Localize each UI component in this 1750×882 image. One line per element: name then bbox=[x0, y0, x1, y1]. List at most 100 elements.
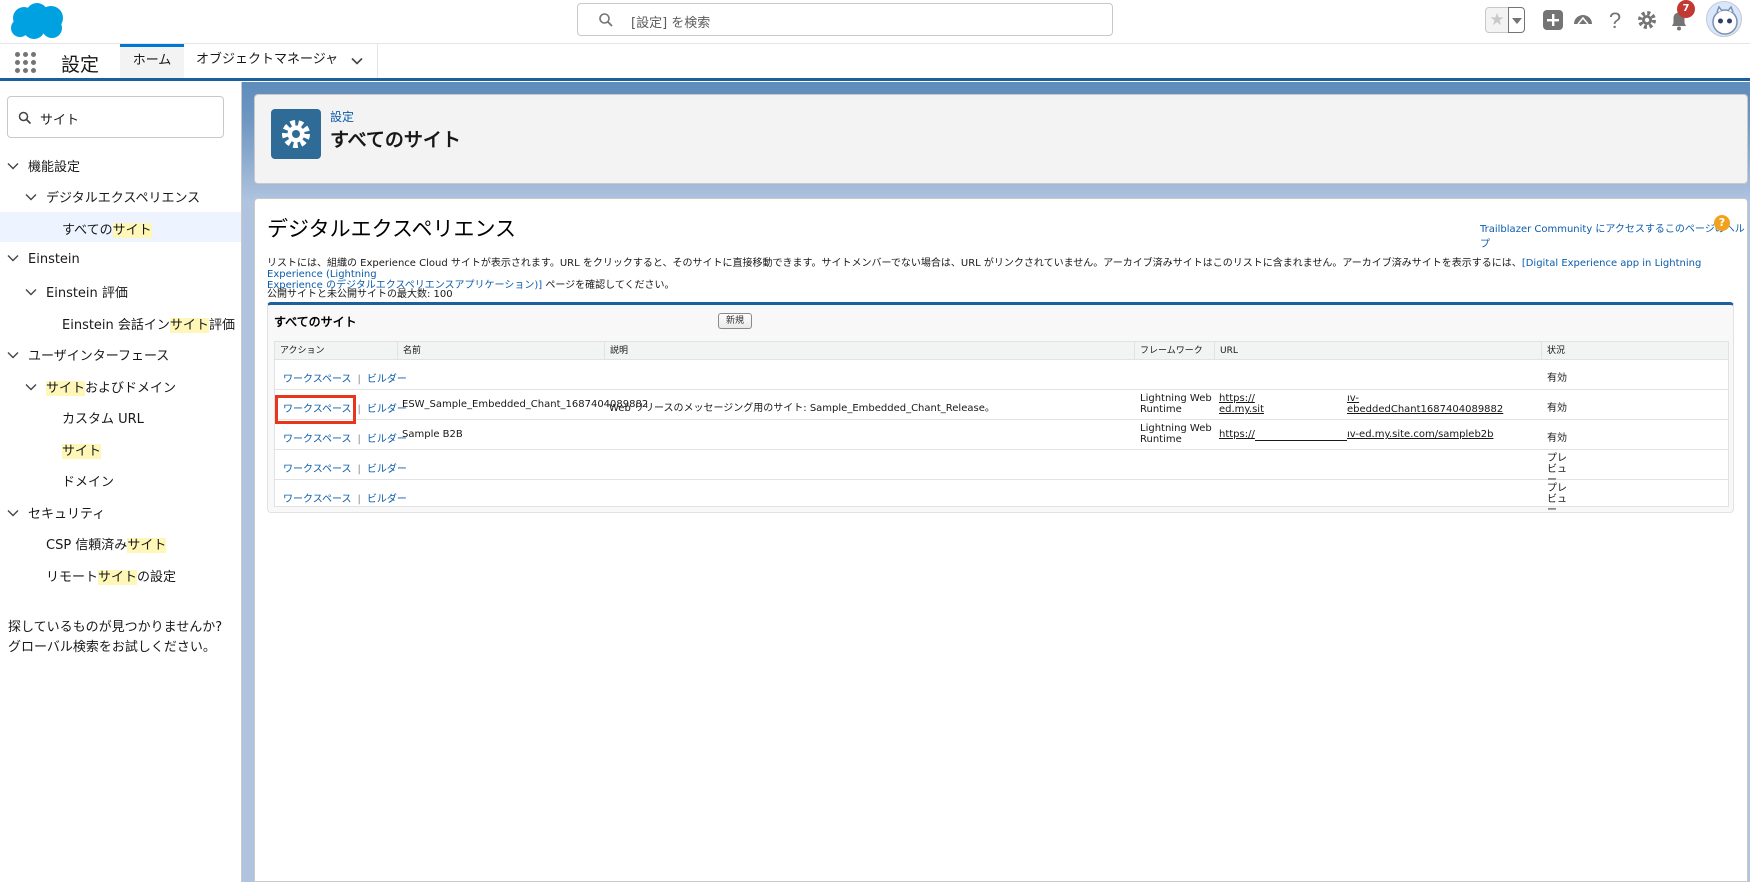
tree-label: カスタム URL bbox=[62, 412, 144, 427]
tab-home[interactable]: ホーム bbox=[120, 44, 184, 78]
url-line1[interactable]: https:// bbox=[1219, 393, 1255, 404]
tree-einstein[interactable]: Einstein bbox=[6, 251, 80, 267]
tree-user-interface[interactable]: ユーザインターフェース bbox=[6, 345, 169, 364]
tree-domains[interactable]: ドメイン bbox=[62, 471, 114, 490]
help-question-icon[interactable]: ? bbox=[1714, 215, 1730, 231]
table-row: ワークスペース | ビルダー プレビュー bbox=[275, 451, 1728, 486]
svg-text:?: ? bbox=[1609, 8, 1621, 32]
url-line2[interactable]: ed.my.sit bbox=[1219, 404, 1264, 415]
action-separator: | bbox=[357, 434, 361, 445]
help-icon[interactable]: ? bbox=[1603, 8, 1627, 32]
col-header-name[interactable]: 名前 bbox=[398, 342, 605, 360]
url-cell-left[interactable]: https://ed.my.sit bbox=[1219, 393, 1264, 415]
chevron-down-icon[interactable] bbox=[24, 380, 38, 394]
tree-custom-url[interactable]: カスタム URL bbox=[62, 408, 144, 427]
url-cell-right[interactable]: ıv-ed.my.site.com/sampleb2b bbox=[1347, 429, 1494, 440]
chevron-down-icon[interactable] bbox=[6, 348, 20, 362]
url-cell-left[interactable]: https:// bbox=[1219, 429, 1255, 440]
sites-table: アクション 名前 説明 フレームワーク URL 状況 ワークスペース | ビルダー … bbox=[274, 341, 1729, 516]
tree-einstein-conversation-insights[interactable]: Einstein 会話インサイト評価 bbox=[62, 314, 235, 333]
trailhead-icon[interactable] bbox=[1571, 8, 1595, 32]
tree-label: 機能設定 bbox=[28, 160, 81, 175]
search-highlight: サイト bbox=[112, 223, 152, 238]
chevron-down-icon[interactable] bbox=[6, 159, 20, 173]
status-cell: 有効 bbox=[1547, 433, 1567, 444]
user-avatar[interactable] bbox=[1706, 1, 1742, 37]
favorites-control[interactable]: ★ bbox=[1485, 7, 1529, 33]
tree-label-pre: すべての bbox=[62, 223, 113, 238]
tree-label-post: およびドメイン bbox=[85, 381, 177, 396]
tree-label-pre: CSP 信頼済み bbox=[46, 538, 128, 553]
breadcrumb[interactable]: 設定 bbox=[330, 108, 354, 125]
table-row: ワークスペース | ビルダー 有効 bbox=[275, 361, 1728, 390]
url-cell-right[interactable]: ıv-ebeddedChant1687404089882 bbox=[1347, 393, 1503, 415]
tree-label: セキュリティ bbox=[28, 507, 106, 522]
builder-link[interactable]: ビルダー bbox=[367, 404, 407, 415]
star-icon[interactable]: ★ bbox=[1485, 7, 1509, 33]
tab-object-manager[interactable]: オブジェクトマネージャ bbox=[184, 44, 378, 78]
status-cell: 有効 bbox=[1547, 373, 1567, 384]
description-cell: Web リリースのメッセージング用のサイト: Sample_Embedded_C… bbox=[609, 403, 995, 414]
col-header-status[interactable]: 状況 bbox=[1542, 342, 1728, 360]
framework-cell: Lightning Web Runtime bbox=[1140, 393, 1212, 415]
chevron-down-icon[interactable] bbox=[6, 251, 20, 265]
new-button[interactable]: 新規 bbox=[718, 313, 752, 329]
workspace-link[interactable]: ワークスペース bbox=[283, 494, 352, 505]
add-icon[interactable] bbox=[1541, 8, 1565, 32]
chevron-down-icon[interactable] bbox=[24, 190, 38, 204]
row-actions: ワークスペース | ビルダー bbox=[283, 430, 407, 445]
chevron-down-icon[interactable] bbox=[6, 506, 20, 520]
tree-digital-experiences[interactable]: デジタルエクスペリエンス bbox=[24, 187, 200, 206]
favorites-dropdown-icon[interactable] bbox=[1508, 7, 1525, 33]
search-highlight: サイト bbox=[169, 318, 209, 333]
table-row: ワークスペース | ビルダー ESW_Sample_Embedded_Chant_1… bbox=[275, 391, 1728, 420]
col-header-description[interactable]: 説明 bbox=[605, 342, 1135, 360]
tree-remote-site-settings[interactable]: リモートサイトの設定 bbox=[46, 566, 176, 585]
workspace-link[interactable]: ワークスペース bbox=[283, 464, 352, 475]
salesforce-logo[interactable] bbox=[6, 2, 68, 40]
name-cell: Sample B2B bbox=[402, 429, 463, 440]
quick-find-value: サイト bbox=[40, 113, 80, 128]
quick-find-input[interactable]: サイト bbox=[7, 96, 224, 138]
builder-link[interactable]: ビルダー bbox=[367, 434, 407, 445]
list-title: すべてのサイト bbox=[274, 315, 357, 329]
builder-link[interactable]: ビルダー bbox=[367, 464, 407, 475]
tree-einstein-assessments[interactable]: Einstein 評価 bbox=[24, 282, 128, 301]
help-link[interactable]: Trailblazer Community にアクセスするこのページのヘルプ bbox=[1480, 220, 1747, 250]
content-card: デジタルエクスペリエンス Trailblazer Community にアクセス… bbox=[254, 198, 1748, 882]
gear-icon[interactable] bbox=[1635, 8, 1659, 32]
tree-security[interactable]: セキュリティ bbox=[6, 503, 105, 522]
col-header-url[interactable]: URL bbox=[1215, 342, 1542, 360]
url-line1[interactable]: ıv- bbox=[1347, 393, 1359, 404]
chevron-down-icon[interactable] bbox=[350, 54, 364, 68]
workspace-link[interactable]: ワークスペース bbox=[283, 374, 352, 385]
chevron-down-icon[interactable] bbox=[24, 285, 38, 299]
tree-feature-settings[interactable]: 機能設定 bbox=[6, 156, 80, 175]
tree-label-pre: Einstein 会話イン bbox=[62, 318, 170, 333]
desc-tail: ページを確認してください。 bbox=[542, 280, 675, 291]
tree-sites-and-domains[interactable]: サイトおよびドメイン bbox=[24, 377, 176, 396]
status-cell: プレビュー bbox=[1547, 483, 1567, 516]
url-line2[interactable]: ebeddedChant1687404089882 bbox=[1347, 404, 1503, 415]
help-text-line2: グローバル検索をお試しください。 bbox=[8, 640, 216, 655]
workspace-link[interactable]: ワークスペース bbox=[283, 434, 352, 445]
framework-cell: Lightning Web Runtime bbox=[1140, 423, 1212, 445]
app-name: 設定 bbox=[61, 54, 100, 76]
global-search[interactable]: [設定] を検索 bbox=[577, 3, 1113, 36]
description-text: リストには、組織の Experience Cloud サイトが表示されます。UR… bbox=[267, 258, 1727, 291]
tab-object-manager-label: オブジェクトマネージャ bbox=[196, 52, 339, 67]
section-heading: デジタルエクスペリエンス bbox=[267, 217, 517, 241]
url-part1[interactable]: https:// bbox=[1219, 429, 1255, 440]
builder-link[interactable]: ビルダー bbox=[367, 494, 407, 505]
url-part2[interactable]: ıv-ed.my.site.com/sampleb2b bbox=[1347, 429, 1494, 440]
row-actions: ワークスペース | ビルダー bbox=[283, 460, 407, 475]
tree-all-sites[interactable]: すべてのサイト bbox=[62, 219, 152, 238]
row-actions: ワークスペース | ビルダー bbox=[283, 490, 407, 505]
action-separator: | bbox=[357, 374, 361, 385]
search-highlight: サイト bbox=[62, 444, 102, 459]
tree-csp-trusted-sites[interactable]: CSP 信頼済みサイト bbox=[46, 534, 167, 553]
col-header-framework[interactable]: フレームワーク bbox=[1135, 342, 1215, 360]
app-launcher-icon[interactable] bbox=[15, 52, 37, 74]
builder-link[interactable]: ビルダー bbox=[367, 374, 407, 385]
tree-sites[interactable]: サイト bbox=[62, 440, 102, 459]
